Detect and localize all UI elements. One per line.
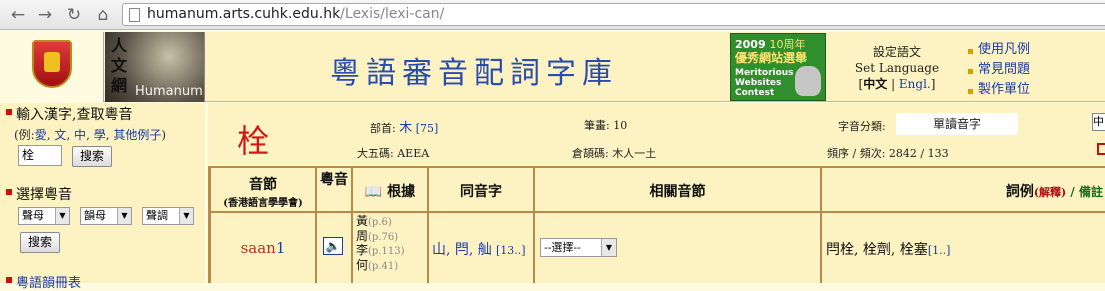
col-header-source: 📖 根據 xyxy=(353,168,427,211)
sidebar-examples: (例:愛, 文, 中, 學, 其他例子) xyxy=(14,128,167,142)
chevron-down-icon: ▼ xyxy=(55,208,69,224)
result-table: 音節 (香港語言學學會) 粵音 📖 根據 同音字 相關音節 詞例(解釋) / 備註… xyxy=(208,166,1105,283)
sidebar-bottom-link[interactable]: 粵語韻冊表 xyxy=(6,272,81,291)
example-link-hok[interactable]: 學 xyxy=(94,128,106,142)
tone-select[interactable]: 聲調 ▼ xyxy=(142,207,194,225)
cuhk-shield-icon xyxy=(32,40,72,88)
language-setting: 設定語文 Set Language [中文 | Engl.] xyxy=(832,44,962,92)
table-row-related: --選擇-- ▼ xyxy=(535,213,820,283)
homophone-more-link[interactable]: [13..] xyxy=(496,244,526,257)
table-row-audio: 🔈 xyxy=(317,213,351,283)
category-value: 單讀音字 xyxy=(896,113,1018,135)
sidebar-input-heading: 輸入漢字,查取粵音 xyxy=(6,104,132,124)
chevron-down-icon: ▼ xyxy=(601,239,616,256)
forward-icon[interactable]: → xyxy=(35,5,55,25)
example-link-zung[interactable]: 中 xyxy=(74,128,86,142)
chevron-down-icon: ▼ xyxy=(179,208,193,224)
radical-info: 部首: 木 [75] xyxy=(370,121,439,136)
col-header-examples: 詞例(解釋) / 備註 xyxy=(822,168,1105,211)
lang-english-link[interactable]: Engl. xyxy=(899,77,931,91)
menu-credits-link[interactable]: 製作單位 xyxy=(968,80,1030,100)
edge-icon[interactable] xyxy=(1097,143,1105,155)
words-more-link[interactable]: [1..] xyxy=(928,244,951,257)
url-host: humanum.arts.cuhk.edu.hk xyxy=(147,6,341,22)
reload-icon[interactable]: ↻ xyxy=(64,5,84,25)
initial-select[interactable]: 聲母 ▼ xyxy=(18,207,70,225)
table-row-words: 閂栓, 栓劑, 栓塞[1..] xyxy=(822,213,1105,283)
char-search-button[interactable]: 搜索 xyxy=(72,146,112,167)
table-row-homophones: 山, 閂, 舢 [13..] xyxy=(429,213,533,283)
lang-chinese-link[interactable]: 中文 xyxy=(863,77,887,91)
humanum-logo-label: Humanum xyxy=(135,84,203,99)
col-header-homophone: 同音字 xyxy=(429,168,533,211)
col-header-related: 相關音節 xyxy=(535,168,820,211)
chevron-down-icon: ▼ xyxy=(117,208,131,224)
page-icon xyxy=(129,8,140,22)
menu-faq-link[interactable]: 常見問題 xyxy=(968,60,1030,80)
radical-number-link[interactable]: [75] xyxy=(416,122,439,135)
sidebar-select-heading: 選擇粵音 xyxy=(6,184,72,204)
syllable-search-button[interactable]: 搜索 xyxy=(20,232,60,253)
radical-link[interactable]: 木 xyxy=(399,121,412,136)
big5-info: 大五碼: AEEA xyxy=(357,147,430,160)
edge-select[interactable]: 中 xyxy=(1092,113,1105,131)
table-row-sources: 黃(p.6) 周(p.76) 李(p.113) 何(p.41) xyxy=(353,213,427,283)
example-link-more[interactable]: 其他例子 xyxy=(113,128,161,142)
query-character: 栓 xyxy=(237,122,270,160)
frequency-info: 頻序 / 頻次: 2842 / 133 xyxy=(827,147,949,160)
table-row-syllable: saan1 xyxy=(211,213,315,283)
col-header-syllable: 音節 (香港語言學學會) xyxy=(211,168,315,211)
final-select[interactable]: 韻母 ▼ xyxy=(80,207,132,225)
example-link-man[interactable]: 文 xyxy=(54,128,66,142)
col-header-audio: 粵音 xyxy=(317,168,351,211)
char-search-input[interactable]: 栓 xyxy=(18,145,62,166)
cat-mascot-icon xyxy=(795,66,821,96)
stroke-info: 筆畫: 10 xyxy=(584,119,628,132)
related-syllable-select[interactable]: --選擇-- ▼ xyxy=(540,238,617,257)
menu-usage-link[interactable]: 使用凡例 xyxy=(968,40,1030,60)
cangjie-info: 倉頡碼: 木人一土 xyxy=(572,147,657,160)
category-label: 字音分類: xyxy=(838,120,886,133)
browser-toolbar: ← → ↻ ⌂ humanum.arts.cuhk.edu.hk/Lexis/l… xyxy=(0,0,1105,30)
site-title: 粵語審音配詞字庫 xyxy=(330,56,618,91)
homophone-links[interactable]: 山, 閂, 舢 xyxy=(432,242,492,258)
home-icon[interactable]: ⌂ xyxy=(93,5,113,25)
url-path: /Lexis/lexi-can/ xyxy=(340,6,445,22)
humanum-logo[interactable]: 人文網 Humanum xyxy=(105,32,205,102)
top-menu: 使用凡例 常見問題 製作單位 xyxy=(968,40,1030,100)
cuhk-logo[interactable] xyxy=(0,32,104,102)
speaker-icon[interactable]: 🔈 xyxy=(323,237,343,255)
book-icon: 📖 xyxy=(364,184,383,200)
award-badge[interactable]: 2009 10周年 優秀網站選舉 Meritorious Websites Co… xyxy=(730,33,826,101)
award-title: 優秀網站選舉 xyxy=(735,51,808,65)
language-subtitle: Set Language xyxy=(854,61,940,75)
address-bar[interactable]: humanum.arts.cuhk.edu.hk/Lexis/lexi-can/ xyxy=(122,3,1105,26)
example-link-ai[interactable]: 愛 xyxy=(35,128,47,142)
language-title: 設定語文 xyxy=(872,45,921,59)
award-subtitle: Meritorious Websites Contest xyxy=(735,68,794,98)
back-icon[interactable]: ← xyxy=(8,5,28,25)
